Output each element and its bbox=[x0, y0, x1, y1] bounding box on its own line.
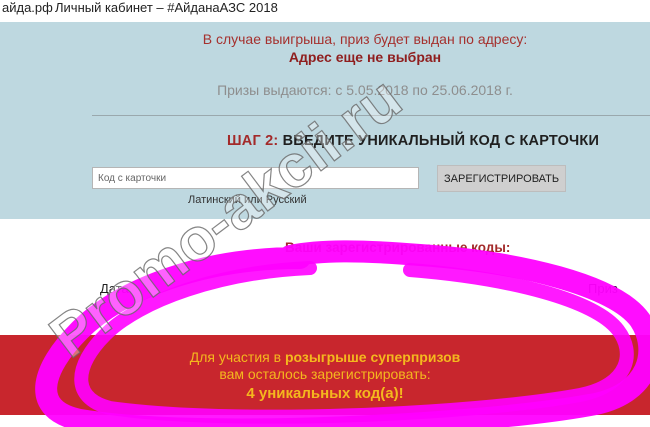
prize-address-label: В случае выигрыша, приз будет выдан по а… bbox=[202, 31, 528, 47]
promo-banner: Для участия в розыгрыше суперпризов вам … bbox=[0, 335, 650, 415]
site-name: айда.рф bbox=[2, 0, 53, 15]
promo-line-1: Для участия в розыгрыше суперпризов bbox=[0, 349, 650, 365]
registration-panel: В случае выигрыша, приз будет выдан по а… bbox=[0, 22, 650, 219]
code-input[interactable] bbox=[92, 167, 419, 189]
register-button[interactable]: ЗАРЕГИСТРИРОВАТЬ bbox=[437, 165, 566, 192]
registered-codes-title: Ваши зарегистрированные коды: bbox=[285, 240, 511, 255]
promo-line-3: 4 уникальных код(а)! bbox=[246, 385, 404, 402]
input-hint: Латинский или Русский bbox=[188, 194, 307, 206]
step-text: ВВЕДИТЕ УНИКАЛЬНЫЙ КОД С КАРТОЧКИ bbox=[282, 133, 600, 149]
column-date: Дата bbox=[100, 281, 129, 296]
step-number: ШАГ 2: bbox=[227, 133, 279, 149]
column-prize: Приз bbox=[588, 281, 618, 296]
promo-line-2: вам осталось зарегистрировать: bbox=[219, 366, 431, 382]
prize-address-value: Адрес еще не выбран bbox=[288, 49, 442, 65]
step-heading: ШАГ 2: ВВЕДИТЕ УНИКАЛЬНЫЙ КОД С КАРТОЧКИ bbox=[227, 133, 599, 149]
browser-title-bar: айда.рф Личный кабинет – #АйданаАЗС 2018 bbox=[0, 0, 650, 24]
promo-line-1-bold: розыгрыше суперпризов bbox=[284, 349, 461, 365]
promo-line-1-start: Для участия в bbox=[189, 349, 282, 365]
prize-dates: Призы выдаются: с 5.05.2018 по 25.06.201… bbox=[217, 82, 513, 98]
divider bbox=[92, 115, 650, 116]
page-tab-title: Личный кабинет – #АйданаАЗС 2018 bbox=[55, 0, 278, 15]
